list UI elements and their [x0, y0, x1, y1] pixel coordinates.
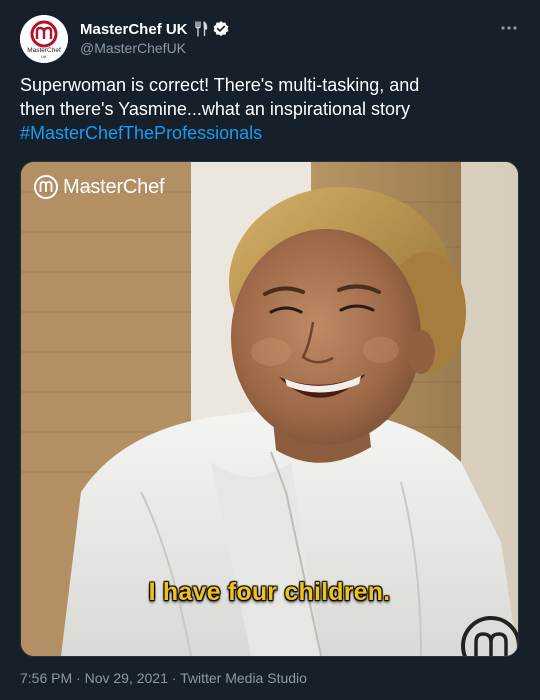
profile-avatar[interactable]: MasterChef UK [20, 15, 68, 63]
masterchef-logo-icon: MasterChef UK [20, 15, 68, 63]
tweet-date[interactable]: Nov 29, 2021 [85, 670, 168, 686]
masterchef-watermark: MasterChef [33, 174, 165, 200]
svg-text:UK: UK [41, 54, 47, 59]
tweet-text: Superwoman is correct! There's multi-tas… [20, 73, 520, 145]
fork-and-knife-icon [194, 21, 208, 37]
more-options-icon [501, 26, 517, 30]
hashtag-link[interactable]: #MasterChefTheProfessionals [20, 121, 520, 145]
author-display-name[interactable]: MasterChef UK [80, 21, 188, 38]
masterchef-watermark-icon [34, 175, 58, 199]
tweet-metadata: 7:56 PM · Nov 29, 2021 · Twitter Media S… [20, 670, 307, 686]
tweet-text-line-1: Superwoman is correct! There's multi-tas… [20, 75, 420, 95]
tweet-source[interactable]: Twitter Media Studio [180, 670, 307, 686]
watermark-sub: UK [81, 186, 93, 193]
author-handle[interactable]: @MasterChefUK [80, 40, 186, 56]
video-subtitle: I have four children. [148, 578, 391, 606]
watermark-text: MasterChef [63, 175, 165, 198]
more-options-button[interactable] [498, 17, 520, 39]
meta-separator-2: · [171, 670, 177, 686]
verified-badge-icon [212, 20, 230, 38]
tweet-card: MasterChef UK MasterChef UK @MasterChefU… [0, 0, 540, 700]
meta-separator-1: · [76, 670, 81, 686]
author-name-row: MasterChef UK [80, 19, 230, 39]
tweet-text-line-2: then there's Yasmine...what an inspirati… [20, 99, 410, 119]
tweet-time[interactable]: 7:56 PM [20, 670, 72, 686]
svg-text:MasterChef: MasterChef [27, 47, 61, 54]
tweet-video[interactable]: MasterChef UK I have four children. [20, 161, 519, 657]
